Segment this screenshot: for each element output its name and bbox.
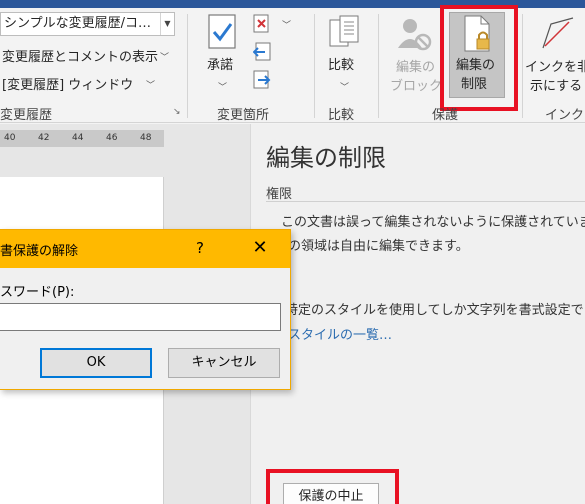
chevron-down-icon[interactable]: ▼ <box>160 13 174 35</box>
ribbon-separator <box>314 14 315 118</box>
hide-ink-label-1: インクを非 <box>525 60 585 75</box>
ruler-tick: 46 <box>106 133 118 143</box>
compare-button[interactable]: 比較 ﹀ <box>324 14 366 94</box>
close-icon[interactable]: ✕ <box>244 235 276 263</box>
ribbon-separator <box>187 14 188 118</box>
block-authors-label-1: 編集の <box>396 60 436 75</box>
protection-status-text: この文書は誤って編集されないように保護されています <box>281 215 585 230</box>
password-field[interactable] <box>0 303 281 331</box>
ruler-tick: 48 <box>140 133 152 143</box>
group-label-compare: 比較 <box>328 108 355 123</box>
chevron-down-icon[interactable]: ﹀ <box>340 80 349 93</box>
next-change-icon[interactable] <box>253 70 271 90</box>
accept-icon <box>208 14 236 49</box>
group-label-tracking: 変更履歴 <box>0 108 53 123</box>
show-markup-label: 変更履歴とコメントの表示 <box>2 50 159 65</box>
compare-icon <box>329 15 359 47</box>
permissions-heading: 権限 <box>266 187 293 202</box>
ok-button[interactable]: OK <box>40 348 152 378</box>
chevron-down-icon[interactable]: ﹀ <box>282 18 291 31</box>
compare-label: 比較 <box>328 58 355 73</box>
ruler-tick: 44 <box>72 133 84 143</box>
markup-select-value: シンプルな変更履歴/コ… <box>4 16 151 31</box>
chevron-down-icon[interactable]: ﹀ <box>218 80 227 93</box>
group-label-protect: 保護 <box>432 108 459 123</box>
pane-title: 編集の制限 <box>266 144 386 172</box>
highlight-box-stop-protection <box>266 469 399 504</box>
editable-region-text: の領域は自由に編集できます。 <box>288 239 469 254</box>
ribbon-separator <box>378 14 379 118</box>
unprotect-document-dialog: 書保護の解除 ? ✕ スワード(P): OK キャンセル <box>0 229 291 390</box>
block-authors-button[interactable]: 編集の ブロック <box>386 14 442 98</box>
group-label-changes: 変更箇所 <box>217 108 270 123</box>
accept-label: 承諾 <box>207 58 234 73</box>
ruler-tick: 40 <box>4 133 16 143</box>
dialog-title: 書保護の解除 <box>0 244 79 259</box>
dialog-titlebar: 書保護の解除 ? ✕ <box>0 230 290 268</box>
styles-list-link[interactable]: スタイルの一覧… <box>288 324 392 343</box>
reviewing-pane-label: [変更履歴] ウィンドウ <box>2 78 134 93</box>
hide-ink-icon <box>542 17 574 49</box>
divider <box>266 201 585 202</box>
previous-change-icon[interactable] <box>253 42 271 62</box>
accept-button[interactable]: 承諾 ﹀ <box>203 14 243 94</box>
group-label-ink: インク <box>545 108 585 123</box>
ruler: 40 42 44 46 48 <box>0 130 164 147</box>
formatting-restriction-text: 特定のスタイルを使用してしか文字列を書式設定でき <box>285 303 585 318</box>
show-markup-button[interactable]: 変更履歴とコメントの表示 <box>2 46 158 65</box>
cancel-button[interactable]: キャンセル <box>168 348 280 378</box>
ruler-tick: 42 <box>38 133 50 143</box>
reviewing-pane-button[interactable]: [変更履歴] ウィンドウ <box>2 74 133 93</box>
chevron-down-icon[interactable]: ﹀ <box>146 78 155 91</box>
reject-icon[interactable] <box>253 14 271 34</box>
hide-ink-label-2: 示にする <box>530 79 583 94</box>
dialog-launcher-icon[interactable]: ↘ <box>173 107 181 117</box>
hide-ink-button[interactable]: インクを非 示にする <box>523 14 585 98</box>
password-label: スワード(P): <box>0 285 75 300</box>
block-authors-label-2: ブロック <box>390 79 443 94</box>
block-authors-icon <box>398 19 432 51</box>
help-icon[interactable]: ? <box>196 239 204 257</box>
highlight-box-restrict-editing <box>440 5 518 111</box>
chevron-down-icon[interactable]: ﹀ <box>160 50 169 63</box>
markup-display-select[interactable]: シンプルな変更履歴/コ… ▼ <box>0 12 175 36</box>
